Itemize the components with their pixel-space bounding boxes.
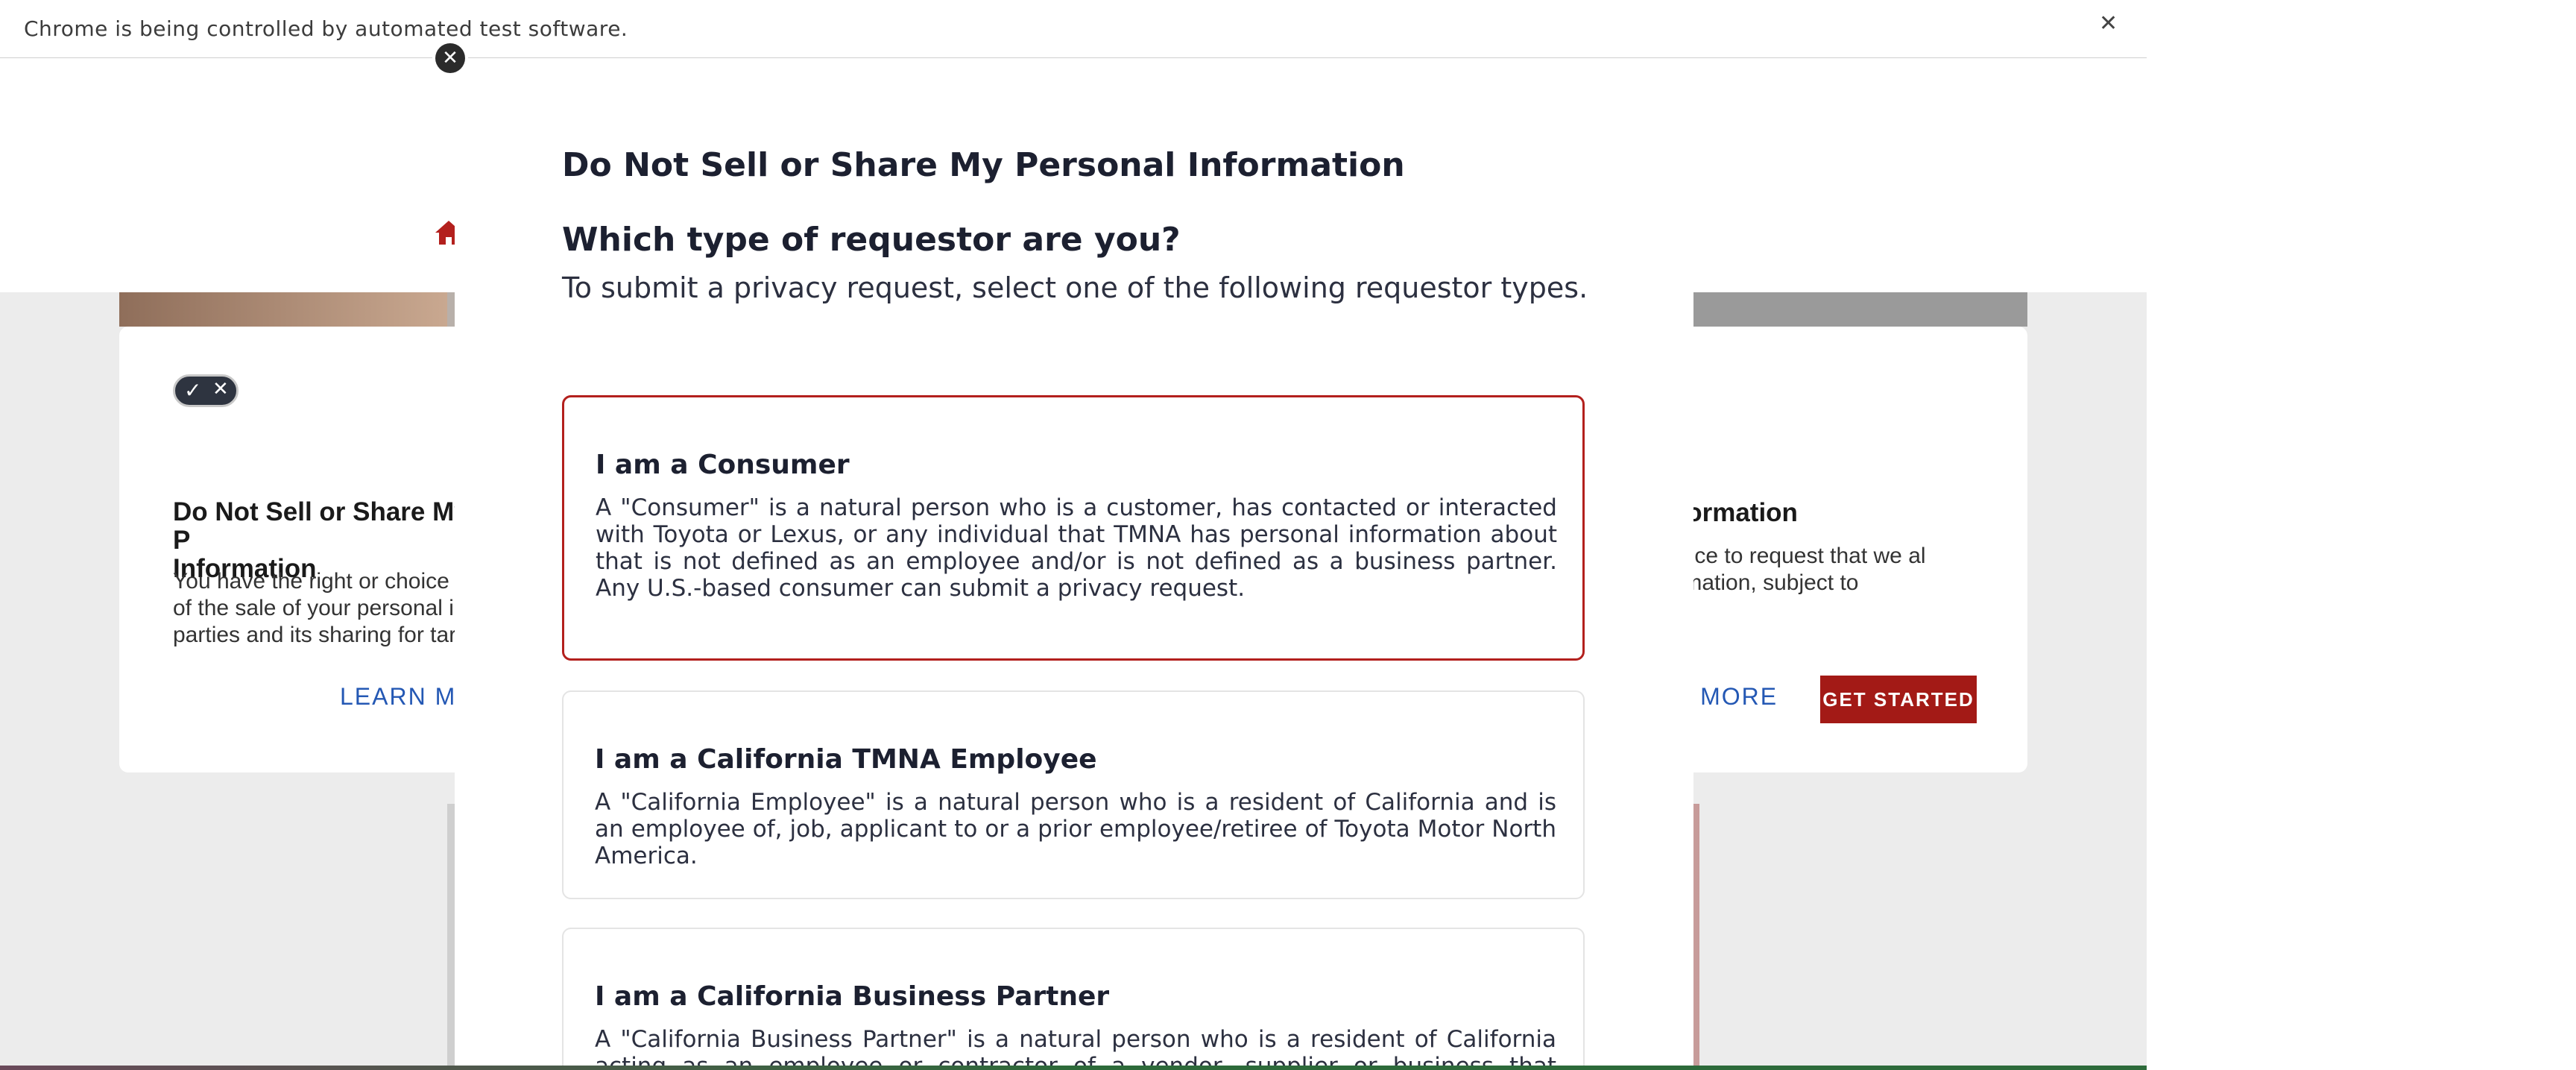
option-title: I am a Consumer xyxy=(596,450,850,480)
infobar-close-icon[interactable]: ✕ xyxy=(2099,10,2118,37)
modal-close-icon[interactable]: ✕ xyxy=(435,43,465,73)
get-started-button[interactable]: GET STARTED xyxy=(1820,676,1977,723)
requestor-instructions: To submit a privacy request, select one … xyxy=(562,271,1588,304)
automation-infobar: Chrome is being controlled by automated … xyxy=(0,0,2147,58)
requestor-question: Which type of requestor are you? xyxy=(562,221,1181,259)
automation-message: Chrome is being controlled by automated … xyxy=(24,16,628,41)
hero-photo xyxy=(119,292,447,327)
option-california-business-partner[interactable]: I am a California Business Partner A "Ca… xyxy=(562,928,1585,1070)
option-description: A "Consumer" is a natural person who is … xyxy=(596,494,1557,602)
modal-heading: Do Not Sell or Share My Personal Informa… xyxy=(562,146,1405,184)
check-icon: ✓ xyxy=(184,378,202,403)
option-description: A "California Employee" is a natural per… xyxy=(595,789,1556,869)
option-california-employee[interactable]: I am a California TMNA Employee A "Calif… xyxy=(562,690,1585,899)
option-consumer[interactable]: I am a Consumer A "Consumer" is a natura… xyxy=(562,395,1585,661)
option-description: A "California Business Partner" is a nat… xyxy=(595,1026,1556,1070)
option-title: I am a California Business Partner xyxy=(595,981,1110,1012)
card-right-body: r choice to request that we al informati… xyxy=(1640,544,1926,595)
privacy-toggle[interactable]: ✓ ✕ xyxy=(173,374,239,407)
option-title: I am a California TMNA Employee xyxy=(595,744,1097,775)
card-left-body: You have the right or choice a of the sa… xyxy=(173,569,468,647)
page-bottom-edge xyxy=(0,1066,2147,1070)
x-icon: ✕ xyxy=(212,378,229,400)
privacy-request-modal: Do Not Sell or Share My Personal Informa… xyxy=(455,58,1693,1070)
